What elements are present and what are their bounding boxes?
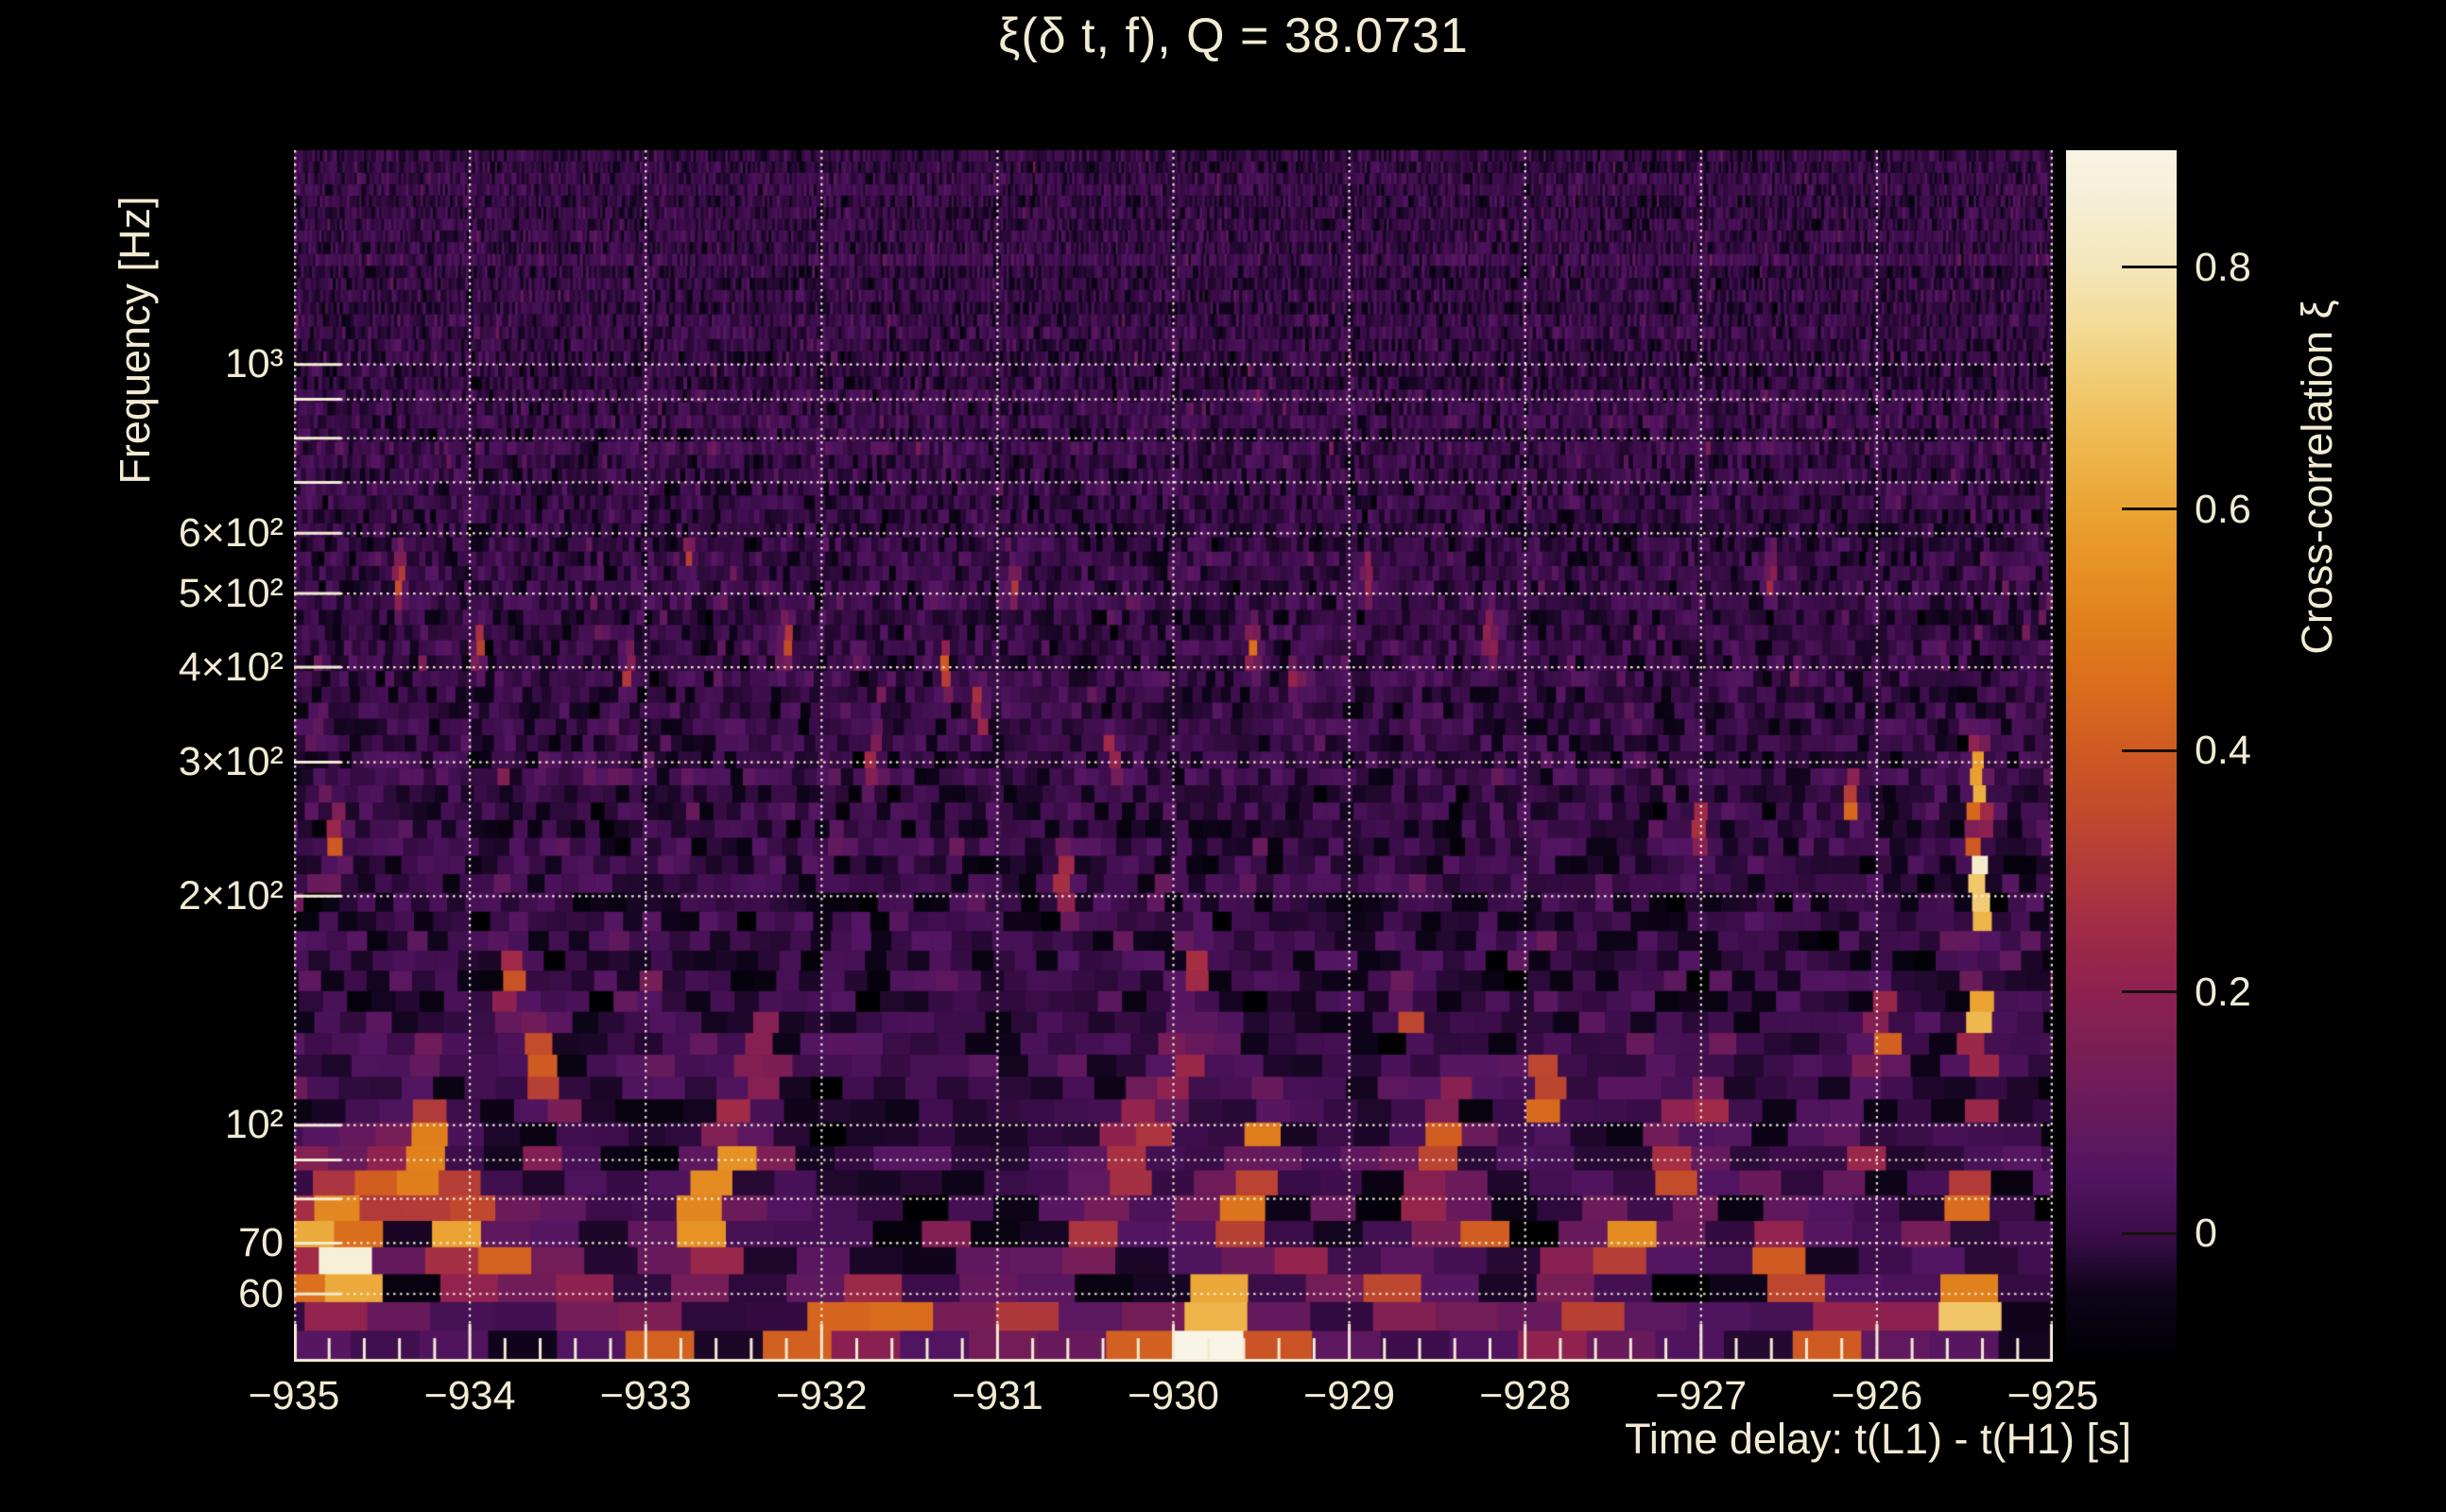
y-tick-label: 70 [238, 1219, 284, 1265]
colorbar-tick-mark [2122, 748, 2177, 752]
colorbar-tick-label: 0 [2195, 1211, 2217, 1257]
colorbar-tick-mark [2122, 266, 2177, 269]
y-tick-label: 4×10² [178, 644, 284, 690]
x-axis-title: Time delay: t(L1) - t(H1) [s] [1625, 1415, 2131, 1463]
y-tick-label: 10² [224, 1102, 284, 1148]
y-tick-label: 6×10² [178, 509, 284, 556]
y-tick-label: 5×10² [178, 570, 284, 616]
colorbar-tick-mark [2122, 1231, 2177, 1235]
heatmap-plot [294, 150, 2053, 1362]
colorbar-tick-label: 0.4 [2195, 728, 2251, 774]
y-tick-label: 2×10² [178, 872, 284, 919]
colorbar-tick-label: 0.6 [2195, 486, 2251, 532]
colorbar-tick-label: 0.8 [2195, 244, 2251, 290]
colorbar [2066, 150, 2177, 1358]
qscan-figure-page: { "figure": { "background_color": "#0000… [0, 0, 2446, 1512]
y-tick-label: 3×10² [178, 739, 284, 785]
y-tick-label: 60 [238, 1270, 284, 1316]
colorbar-tick-mark [2122, 507, 2177, 511]
heatmap-canvas [294, 150, 2053, 1362]
colorbar-tick-mark [2122, 990, 2177, 994]
colorbar-title: Cross-correlation ξ [2293, 300, 2341, 655]
page-title: ξ(δ t, f), Q = 38.0731 [998, 9, 1469, 63]
colorbar-tick-label: 0.2 [2195, 969, 2251, 1015]
y-tick-label: 10³ [224, 341, 284, 387]
